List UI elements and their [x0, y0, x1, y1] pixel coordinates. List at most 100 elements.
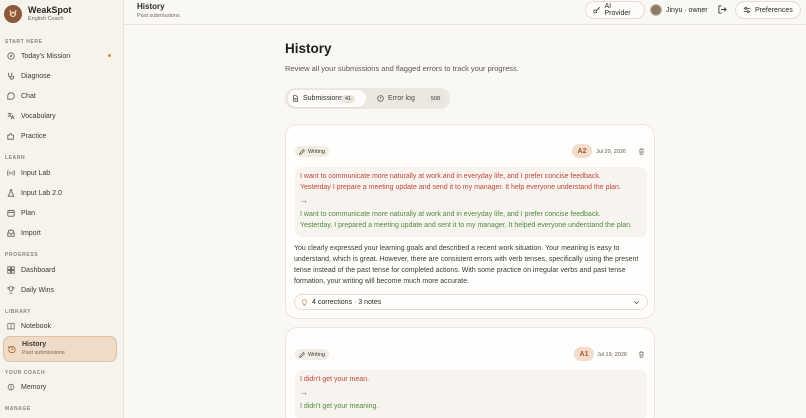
- sidebar-item-todays-mission[interactable]: Today's Mission: [3, 47, 117, 65]
- user-menu[interactable]: Jinyu · owner: [650, 2, 708, 18]
- tab-bar: Submissions 41 Error log 508: [285, 88, 450, 109]
- section-learn: LEARN: [5, 155, 26, 161]
- brand-name: WeakSpot: [28, 5, 72, 15]
- trash-icon[interactable]: [638, 148, 645, 155]
- radio-waves-icon: [6, 169, 15, 178]
- type-badge-label: Writing: [308, 148, 326, 155]
- correction-diff: I didn't get your mean. → I didn't get y…: [295, 370, 647, 418]
- sidebar-item-label: Vocabulary: [21, 112, 56, 120]
- alert-circle-icon: [377, 95, 384, 102]
- compass-icon: [6, 52, 15, 61]
- arrow-right-icon: →: [300, 196, 308, 205]
- tab-submissions-count: 41: [341, 94, 356, 103]
- tab-submissions-label: Submissions: [303, 94, 343, 102]
- ai-provider-button[interactable]: AI Provider: [585, 1, 645, 19]
- calendar-icon: [6, 209, 15, 218]
- sidebar-item-plan[interactable]: Plan: [3, 204, 117, 222]
- corrected-text-line: Yesterday, I prepared a meeting update a…: [300, 222, 632, 229]
- sidebar-item-diagnose[interactable]: Diagnose: [3, 67, 117, 85]
- submission-date: Jul 20, 2026: [596, 149, 626, 155]
- tab-submissions[interactable]: Submissions 41: [288, 90, 366, 107]
- sidebar-item-label: Dashboard: [21, 266, 56, 274]
- document-icon: [293, 95, 298, 102]
- sidebar-item-label: Input Lab 2.0: [21, 189, 62, 197]
- tab-error-log-label: Error log: [388, 95, 415, 102]
- trophy-icon: [6, 286, 15, 295]
- sliders-icon: [743, 7, 751, 13]
- notification-dot: [108, 54, 111, 57]
- ai-provider-label: AI Provider: [604, 3, 631, 17]
- sidebar-item-input-lab[interactable]: Input Lab: [3, 164, 117, 182]
- topbar: History Past submissions AI Provider Jin…: [124, 0, 806, 25]
- sidebar-item-label: Import: [21, 229, 41, 237]
- section-progress: PROGRESS: [5, 252, 39, 258]
- flask-icon: [6, 189, 15, 198]
- submission-card[interactable]: Writing A1 Jul 19, 2026 I didn't get you…: [285, 327, 655, 418]
- sidebar-item-label: Input Lab: [21, 169, 51, 177]
- feedback-text: You clearly expressed your learning goal…: [294, 245, 639, 285]
- brand-logo: [4, 5, 22, 23]
- lightbulb-icon: [302, 298, 307, 306]
- tab-error-log[interactable]: Error log 508: [373, 90, 448, 107]
- pencil-icon: [299, 351, 305, 358]
- type-badge: Writing: [295, 146, 330, 157]
- sidebar-item-chat[interactable]: Chat: [3, 87, 117, 105]
- sidebar-item-label: Notebook: [21, 322, 51, 330]
- section-library: LIBRARY: [5, 309, 32, 315]
- type-badge: Writing: [295, 349, 330, 360]
- logout-icon[interactable]: [718, 5, 727, 14]
- original-text-line: Yesterday I prepare a meeting update and…: [300, 184, 621, 191]
- trash-icon[interactable]: [638, 351, 645, 358]
- sidebar-item-label: Practice: [21, 132, 47, 140]
- sidebar-item-vocabulary[interactable]: Vocabulary: [3, 107, 117, 125]
- puzzle-icon: [6, 132, 15, 141]
- book-icon: [6, 322, 15, 331]
- sidebar-item-memory[interactable]: Memory: [3, 378, 117, 396]
- sidebar-item-daily-wins[interactable]: Daily Wins: [3, 281, 117, 299]
- section-start-here: START HERE: [5, 39, 43, 45]
- sidebar-item-label: History: [22, 341, 47, 348]
- tab-error-log-count: 508: [426, 94, 445, 103]
- sidebar-item-label: Today's Mission: [21, 52, 71, 60]
- sidebar-item-label: Memory: [21, 383, 47, 391]
- sidebar-item-history[interactable]: History Past submissions: [3, 336, 117, 362]
- topbar-title: History: [137, 2, 165, 11]
- sidebar-item-sublabel: Past submissions: [22, 350, 65, 356]
- sidebar-item-import[interactable]: Import: [3, 224, 117, 242]
- history-icon: [7, 345, 16, 354]
- preferences-label: Preferences: [755, 6, 793, 14]
- sidebar-item-label: Daily Wins: [21, 286, 55, 294]
- brand[interactable]: WeakSpot English Coach: [4, 5, 71, 23]
- sidebar-item-label: Diagnose: [21, 72, 51, 80]
- section-your-coach: YOUR COACH: [5, 370, 46, 376]
- type-badge-label: Writing: [308, 351, 326, 358]
- page-description: Review all your submissions and flagged …: [285, 64, 519, 73]
- brand-subtitle: English Coach: [28, 16, 64, 22]
- sidebar-item-label: Plan: [21, 209, 36, 217]
- corrected-text-line: I didn't get your meaning.: [300, 403, 379, 410]
- user-label: Jinyu · owner: [666, 6, 708, 14]
- stethoscope-icon: [6, 72, 15, 81]
- sidebar-item-label: Chat: [21, 92, 36, 100]
- sidebar-item-input-lab-2[interactable]: Input Lab 2.0: [3, 184, 117, 202]
- topbar-subtitle: Past submissions: [137, 13, 180, 19]
- correction-diff: I want to communicate more naturally at …: [295, 167, 647, 237]
- submission-card[interactable]: Writing A2 Jul 20, 2026 I want to commun…: [285, 124, 655, 319]
- corrections-toggle[interactable]: 4 corrections · 3 notes: [294, 294, 648, 310]
- chevron-down-icon: [634, 301, 639, 305]
- preferences-button[interactable]: Preferences: [735, 1, 801, 19]
- sidebar-item-dashboard[interactable]: Dashboard: [3, 261, 117, 279]
- grid-icon: [6, 266, 15, 275]
- arrow-right-icon: →: [300, 388, 308, 397]
- corrections-summary: 4 corrections · 3 notes: [312, 298, 382, 306]
- level-badge: A2: [572, 144, 592, 158]
- original-text-line: I didn't get your mean.: [300, 376, 370, 383]
- corrected-text-line: I want to communicate more naturally at …: [300, 211, 601, 218]
- inbox-icon: [6, 229, 15, 238]
- sidebar-item-practice[interactable]: Practice: [3, 127, 117, 145]
- key-icon: [593, 6, 601, 14]
- chat-bubble-icon: [6, 92, 15, 101]
- section-manage: MANAGE: [5, 406, 31, 412]
- sidebar: WeakSpot English Coach START HERE Today'…: [0, 0, 124, 418]
- sidebar-item-notebook[interactable]: Notebook: [3, 317, 117, 335]
